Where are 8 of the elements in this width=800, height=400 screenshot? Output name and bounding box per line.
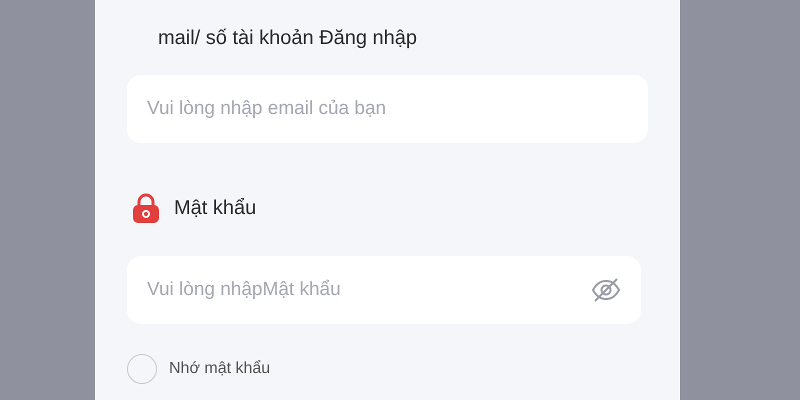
email-field[interactable]: Vui lòng nhập email của bạn — [127, 75, 648, 143]
password-field[interactable]: Vui lòng nhậpMật khẩu — [127, 256, 641, 324]
lock-icon — [130, 192, 162, 224]
field-label: mail/ số tài khoản Đăng nhập — [158, 26, 418, 50]
checkbox[interactable] — [127, 354, 157, 384]
hidden-eye-icon[interactable] — [591, 277, 621, 303]
checkbox-label: Nhớ mật khẩu — [169, 359, 270, 379]
field-label: Mật khẩu — [174, 196, 256, 221]
